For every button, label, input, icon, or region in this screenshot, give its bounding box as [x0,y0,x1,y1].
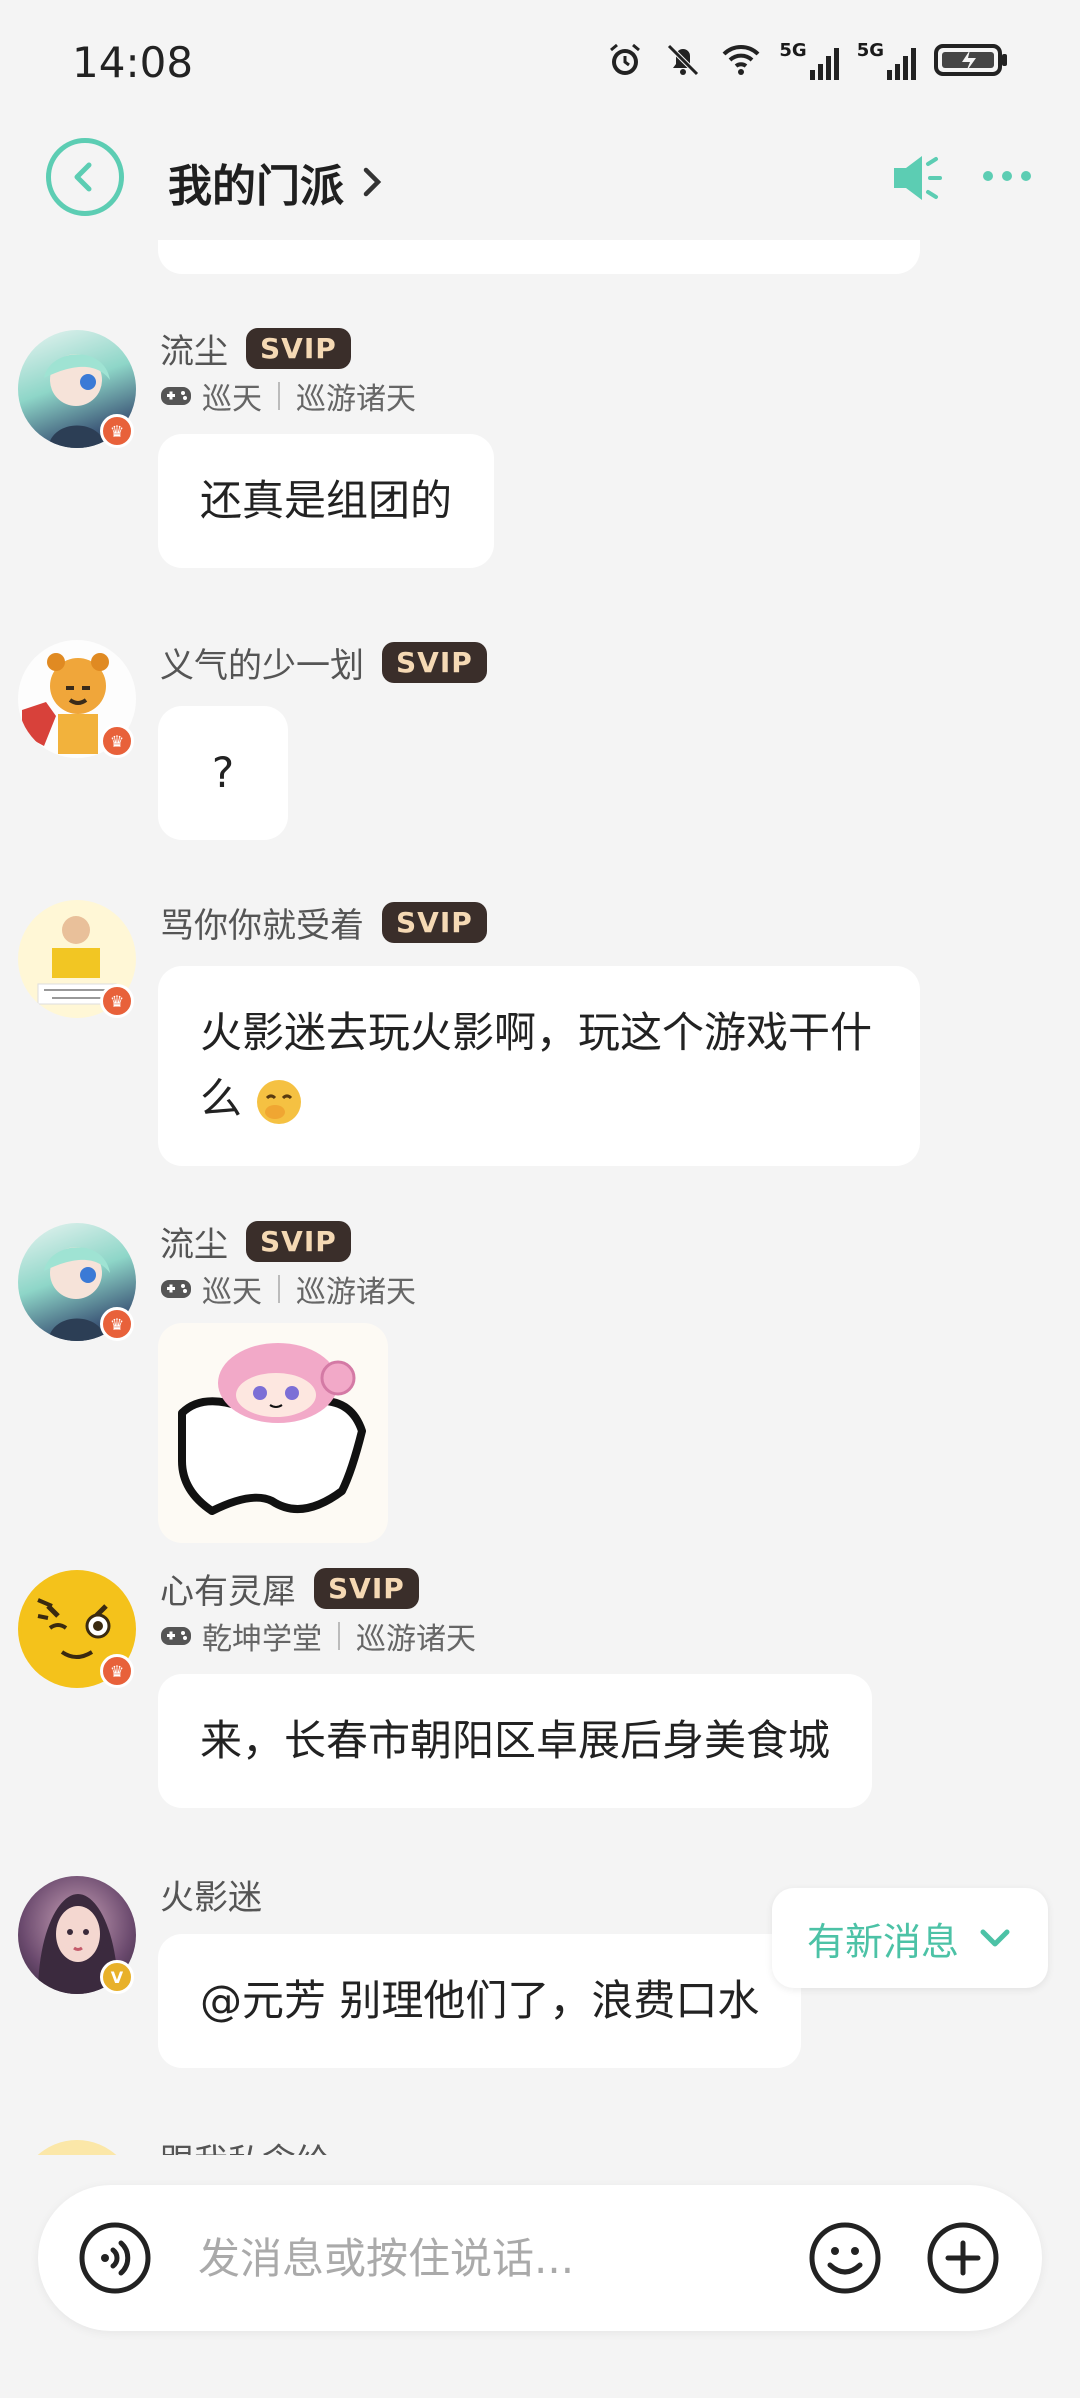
verified-v-badge-icon: V [100,1960,134,1994]
message-input[interactable] [198,2225,758,2291]
svip-badge: SVIP [246,328,351,369]
server-tag: 巡游诸天 [356,1622,476,1657]
svip-badge: SVIP [246,1221,351,1262]
sender-row: 骂你你就受着 SVIP [160,898,487,947]
sender-row: 跟我私念给 [160,2134,330,2155]
svip-badge: SVIP [314,1568,419,1609]
crown-badge-icon: ♛ [100,984,134,1018]
network-type-label: 5G [856,40,884,61]
network-type-label: 5G [779,40,807,61]
message-list[interactable]: ♛ 流尘 SVIP 巡天 巡游诸天 还真是组团的 ♛ 义气的少一划 SVIP ?… [0,240,1080,2155]
bell-muted-icon [667,44,700,76]
chevron-down-icon [980,1929,1010,1947]
wifi-icon [722,44,760,75]
emoji-icon[interactable] [808,2221,882,2295]
game-tag: 巡天 [202,1275,262,1310]
crown-badge-icon: ♛ [100,414,134,448]
server-tag: 巡游诸天 [296,382,416,417]
message-bubble[interactable]: @元芳 别理他们了，浪费口水 [158,1934,802,2068]
gamepad-icon [161,387,191,405]
game-tag: 巡天 [202,382,262,417]
message-bubble[interactable]: 火影迷去玩火影啊，玩这个游戏干什么 [158,966,920,1166]
message-text: ? [211,748,235,797]
back-button[interactable] [46,138,124,216]
status-bar: 14:08 5G 5G [0,0,1080,120]
group-title-link[interactable]: 我的门派 [168,150,386,214]
signal-5g-icon: 5G [779,40,839,80]
new-messages-label: 有新消息 [806,1919,959,1964]
emoji-smile-covering-mouth-icon [257,1079,302,1124]
sender-row: 义气的少一划 SVIP [160,638,487,687]
back-arrow-icon [74,162,92,192]
sender-row: 流尘 SVIP [160,1217,351,1266]
game-tag-row: 巡天 巡游诸天 [160,374,416,418]
sender-name[interactable]: 火影迷 [160,1870,262,1919]
new-messages-button[interactable]: 有新消息 [772,1888,1048,1988]
sender-row: 流尘 SVIP [160,324,351,373]
signal-5g-icon: 5G [857,40,916,80]
alarm-icon [610,43,641,75]
sender-name[interactable]: 心有灵犀 [160,1564,296,1613]
gamepad-icon [161,1627,191,1645]
sender-name[interactable]: 流尘 [160,324,228,373]
page-title: 我的门派 [168,161,344,212]
message-bubble[interactable]: 来，长春市朝阳区卓展后身美食城 [158,1674,873,1808]
crown-badge-icon: ♛ [100,1654,134,1688]
svip-badge: SVIP [382,642,487,683]
message-text: 还真是组团的 [200,476,453,525]
anime-girl-sticker [178,1343,366,1515]
crown-badge-icon: ♛ [100,724,134,758]
sender-name[interactable]: 义气的少一划 [160,638,364,687]
game-tag-row: 乾坤学堂 巡游诸天 [160,1614,476,1658]
chat-header: 我的门派 [0,120,1080,240]
avatar[interactable] [18,2140,136,2155]
message-bubble[interactable]: 还真是组团的 [158,434,495,568]
status-time: 14:08 [72,38,194,87]
message-text: @元芳 别理他们了，浪费口水 [200,1976,760,2025]
game-tag: 乾坤学堂 [202,1622,322,1657]
chevron-right-icon [363,167,382,197]
sender-row: 心有灵犀 SVIP [160,1564,419,1613]
server-tag: 巡游诸天 [296,1275,416,1310]
sender-name[interactable]: 流尘 [160,1217,228,1266]
message-bubble[interactable]: ? [158,706,288,840]
add-attachment-icon[interactable] [926,2221,1000,2295]
previous-message-bubble [158,240,920,274]
svip-badge: SVIP [382,902,487,943]
status-icons: 5G 5G [605,40,1010,80]
speaker-icon[interactable] [890,150,950,206]
crown-badge-icon: ♛ [100,1307,134,1341]
sender-row: 火影迷 [160,1870,262,1919]
sender-name[interactable]: 骂你你就受着 [160,898,364,947]
message-text: 来，长春市朝阳区卓展后身美食城 [200,1716,831,1765]
more-dots-icon[interactable] [980,160,1034,192]
game-tag-row: 巡天 巡游诸天 [160,1267,416,1311]
gamepad-icon [161,1280,191,1298]
battery-charging-icon [934,44,1007,76]
voice-input-icon[interactable] [78,2221,152,2295]
message-input-bar [38,2185,1042,2331]
sender-name[interactable]: 跟我私念给 [160,2134,330,2155]
sticker-image[interactable] [158,1323,388,1543]
